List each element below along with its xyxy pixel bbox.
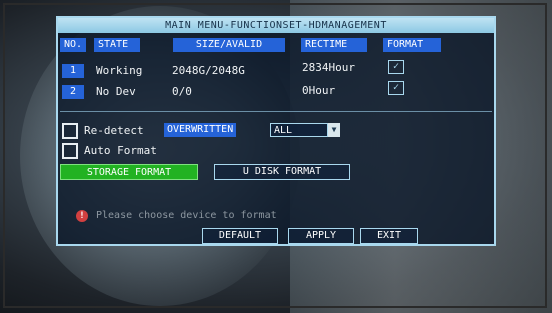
row-1-size: 2048G/2048G bbox=[172, 64, 245, 77]
overwritten-select[interactable]: ALL bbox=[270, 123, 328, 137]
header-format: FORMAT bbox=[383, 38, 441, 52]
hint-text: Please choose device to format bbox=[96, 210, 277, 221]
row-1-number: 1 bbox=[62, 64, 84, 78]
row-1-state: Working bbox=[96, 64, 143, 77]
u-disk-format-button[interactable]: U DISK FORMAT bbox=[214, 164, 350, 180]
storage-format-button[interactable]: STORAGE FORMAT bbox=[60, 164, 198, 180]
header-rectime: RECTIME bbox=[301, 38, 367, 52]
row-2-number: 2 bbox=[62, 85, 84, 99]
exit-button[interactable]: EXIT bbox=[360, 228, 418, 244]
section-divider bbox=[60, 111, 492, 112]
overwritten-select-value: ALL bbox=[274, 125, 293, 136]
row-2-rectime: 0Hour bbox=[302, 84, 336, 97]
apply-button[interactable]: APPLY bbox=[288, 228, 354, 244]
row-1-format-checkbox[interactable]: ✓ bbox=[388, 60, 404, 74]
default-button[interactable]: DEFAULT bbox=[202, 228, 278, 244]
overwritten-label: OVERWRITTEN bbox=[164, 123, 237, 137]
header-no: NO. bbox=[60, 38, 86, 52]
auto-format-label: Auto Format bbox=[84, 144, 157, 157]
header-size: SIZE/AVALID bbox=[173, 38, 285, 52]
header-state: STATE bbox=[94, 38, 140, 52]
row-2-format-checkbox[interactable]: ✓ bbox=[388, 81, 404, 95]
row-2-size: 0/0 bbox=[172, 85, 192, 98]
dialog-title: MAIN MENU-FUNCTIONSET-HDMANAGEMENT bbox=[58, 18, 494, 33]
redetect-label: Re-detect bbox=[84, 124, 144, 137]
camera-background: MAIN MENU-FUNCTIONSET-HDMANAGEMENT NO. S… bbox=[0, 0, 552, 313]
warning-icon: ! bbox=[76, 210, 88, 222]
chevron-down-icon[interactable]: ▼ bbox=[328, 123, 340, 137]
row-1-rectime: 2834Hour bbox=[302, 61, 355, 74]
hd-management-dialog: MAIN MENU-FUNCTIONSET-HDMANAGEMENT NO. S… bbox=[56, 16, 496, 246]
redetect-checkbox[interactable] bbox=[62, 123, 78, 139]
auto-format-checkbox[interactable] bbox=[62, 143, 78, 159]
row-2-state: No Dev bbox=[96, 85, 136, 98]
